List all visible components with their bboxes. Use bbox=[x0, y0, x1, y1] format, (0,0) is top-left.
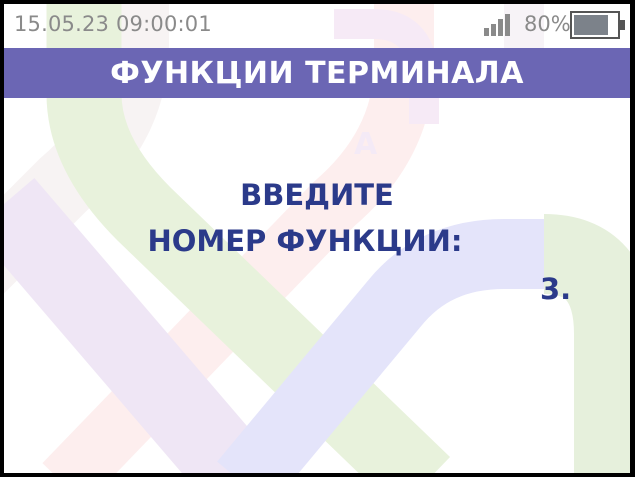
function-number-input[interactable]: 3. bbox=[540, 272, 571, 306]
header-bar: ФУНКЦИИ ТЕРМИНАЛА bbox=[4, 48, 630, 98]
prompt-line-2: НОМЕР ФУНКЦИИ: bbox=[147, 224, 463, 258]
signal-strength-icon bbox=[484, 14, 510, 36]
status-datetime: 15.05.23 09:00:01 bbox=[14, 12, 212, 36]
status-bar: 15.05.23 09:00:01 80% bbox=[4, 4, 630, 44]
terminal-screen: А 15.05.23 09:00:01 80% ФУНКЦИИ ТЕРМИНАЛ… bbox=[4, 4, 630, 473]
prompt-line-1: ВВЕДИТЕ bbox=[240, 178, 394, 212]
battery-level-fill bbox=[574, 15, 608, 35]
battery-percent: 80% bbox=[524, 12, 571, 36]
page-title: ФУНКЦИИ ТЕРМИНАЛА bbox=[110, 55, 524, 91]
svg-text:А: А bbox=[354, 127, 378, 162]
function-prompt: ВВЕДИТЕ НОМЕР ФУНКЦИИ: bbox=[4, 172, 630, 264]
battery-icon bbox=[570, 11, 625, 39]
